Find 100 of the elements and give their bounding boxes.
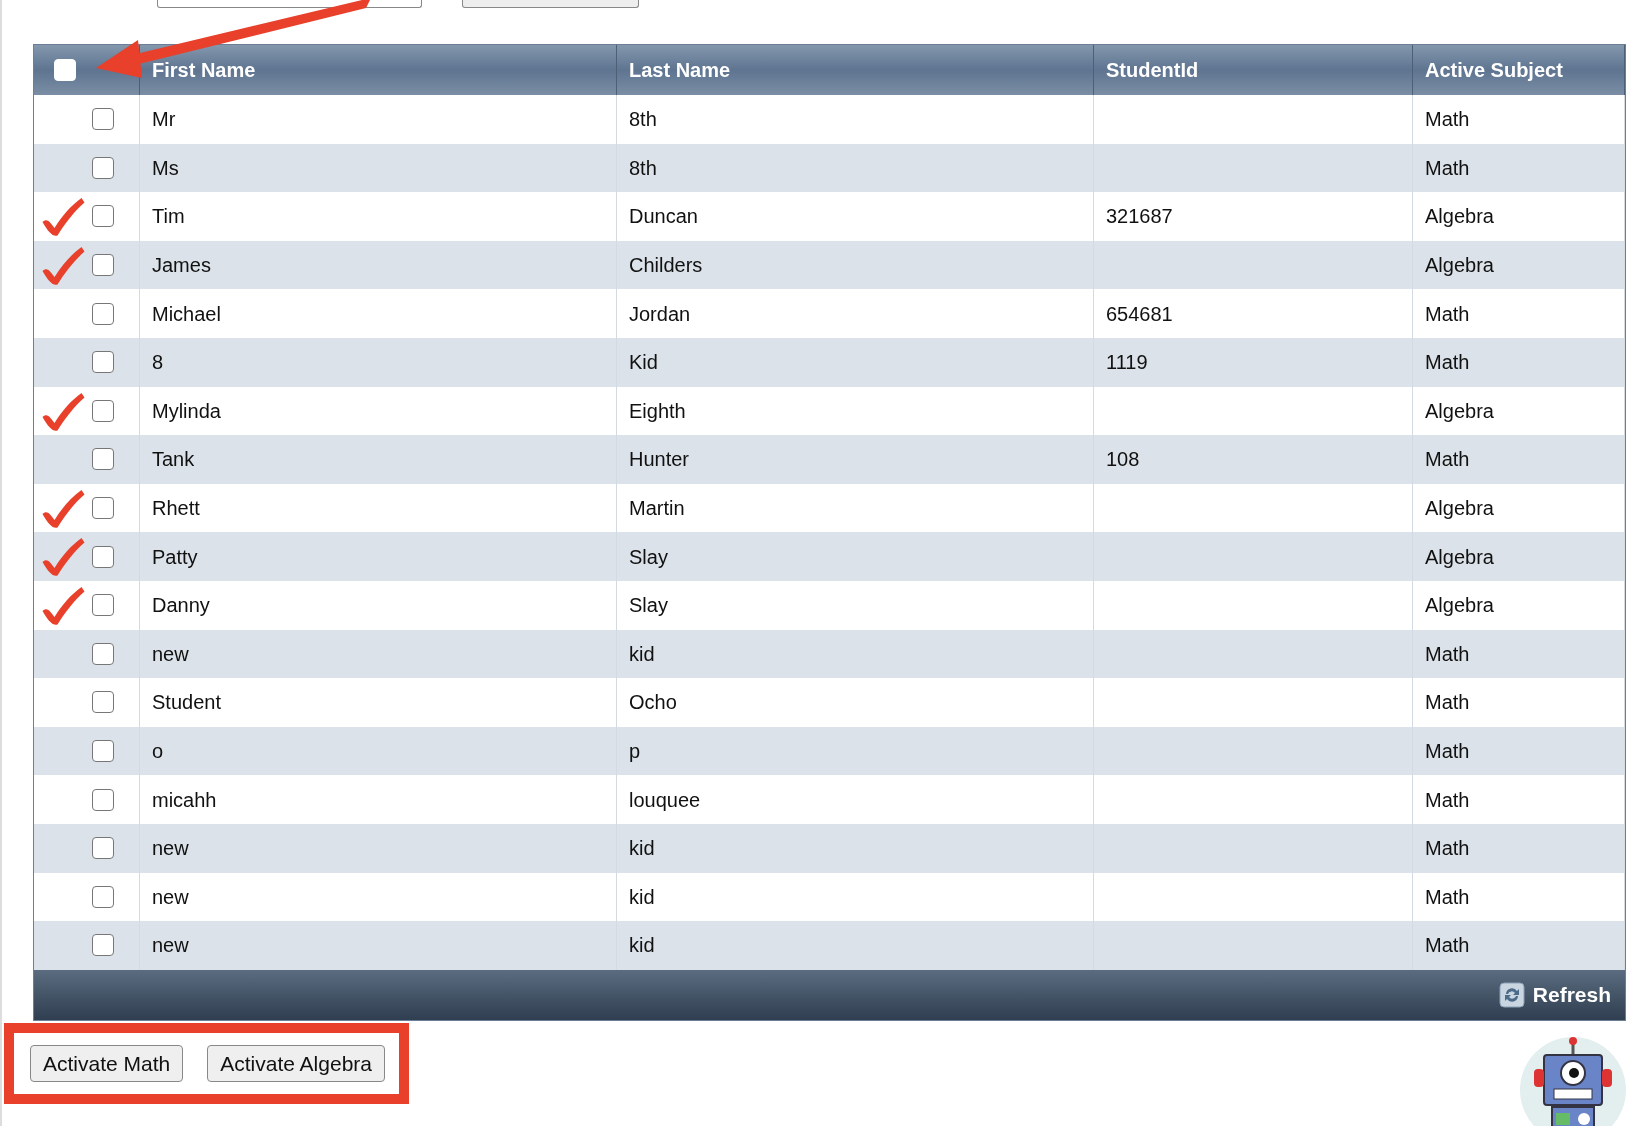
table-cell-text: 8 [152, 350, 164, 376]
table-cell-text: Slay [629, 593, 668, 619]
table-cell-text: Ocho [629, 690, 677, 716]
table-row[interactable]: new kid Math [34, 629, 1625, 679]
table-cell-text: Algebra [1425, 544, 1494, 570]
table-cell-text: 321687 [1106, 204, 1173, 230]
table-cell-text: Math [1425, 787, 1470, 813]
activate-button[interactable]: Activate Algebra [207, 1044, 385, 1083]
table-cell-text: Tim [152, 204, 185, 230]
table-cell-text: Mr [152, 107, 176, 133]
table-cell-text: o [152, 739, 164, 764]
table-cell-text: new [152, 836, 189, 862]
table-cell-text: James [152, 253, 211, 279]
table-cell-text: Math [1425, 447, 1470, 473]
row-checkbox[interactable] [92, 108, 114, 131]
table-cell-text: kid [629, 884, 655, 910]
table-cell-text: kid [629, 933, 655, 959]
activate-button[interactable]: Activate Math [30, 1044, 184, 1083]
column-header[interactable]: First Name [152, 55, 256, 85]
table-cell-text: Michael [152, 301, 221, 327]
row-checkbox[interactable] [92, 545, 114, 568]
table-cell-text: Math [1425, 933, 1470, 959]
table-cell-text: Algebra [1425, 496, 1494, 522]
table-cell-text: Slay [629, 544, 668, 570]
row-checkbox[interactable] [92, 642, 114, 665]
table-row[interactable]: Ms 8th Math [34, 143, 1625, 193]
table-cell-text: Math [1425, 690, 1470, 716]
column-header[interactable]: Active Subject [1425, 55, 1563, 85]
table-cell-text: Algebra [1425, 204, 1494, 230]
table-cell-text: 8th [629, 107, 657, 133]
row-checkbox[interactable] [92, 837, 114, 860]
table-cell-text: Algebra [1425, 398, 1494, 424]
table-row[interactable]: Tim Duncan 321687 Algebra [34, 192, 1625, 241]
table-cell-text: new [152, 641, 189, 667]
table-cell-text: kid [629, 836, 655, 862]
table-cell-text: Math [1425, 350, 1470, 376]
table-cell-text: Algebra [1425, 253, 1494, 279]
table-cell-text: Mylinda [152, 398, 221, 424]
row-checkbox[interactable] [92, 302, 114, 325]
row-checkbox[interactable] [92, 448, 114, 471]
table-cell-text: Jordan [629, 301, 691, 327]
row-checkbox[interactable] [92, 351, 114, 374]
table-row[interactable]: Student Ocho Math [34, 678, 1625, 727]
table-row[interactable]: Michael Jordan 654681 Math [34, 289, 1625, 338]
table-cell-text: louquee [629, 787, 701, 813]
row-checkbox[interactable] [92, 885, 114, 908]
table-cell-text: Algebra [1425, 593, 1494, 619]
table-row[interactable]: Mr 8th Math [34, 95, 1625, 144]
table-cell-text: Patty [152, 544, 198, 570]
table-row[interactable]: o p Math [34, 726, 1625, 776]
table-cell-text: Math [1425, 641, 1470, 667]
table-cell-text: Math [1425, 836, 1470, 862]
form-button[interactable] [462, 0, 639, 8]
table-cell-text: micahh [152, 787, 217, 813]
row-checkbox[interactable] [92, 254, 114, 277]
table-cell-text: 108 [1106, 447, 1140, 473]
table-cell-text: Math [1425, 884, 1470, 910]
table-cell-text: new [152, 933, 189, 959]
table-row[interactable]: micahh louquee Math [34, 775, 1625, 824]
table-cell-text: Rhett [152, 496, 200, 522]
row-checkbox[interactable] [92, 691, 114, 714]
row-checkbox[interactable] [92, 934, 114, 957]
refresh-button[interactable]: Refresh [1498, 978, 1611, 1011]
column-header[interactable]: StudentId [1106, 55, 1199, 85]
row-checkbox[interactable] [92, 740, 114, 762]
table-cell-text: 8th [629, 155, 657, 181]
text-field[interactable] [157, 0, 422, 8]
table-row[interactable]: Tank Hunter 108 Math [34, 435, 1625, 484]
row-checkbox[interactable] [92, 497, 114, 520]
table-cell-text: Math [1425, 301, 1470, 327]
table-cell-text: Ms [152, 155, 179, 181]
column-header[interactable]: Last Name [629, 55, 731, 85]
table-cell-text: Eighth [629, 398, 686, 424]
row-checkbox[interactable] [92, 205, 114, 228]
table-cell-text: Tank [152, 447, 195, 473]
table-cell-text: Math [1425, 155, 1470, 181]
table-row[interactable]: new kid Math [34, 921, 1625, 970]
row-checkbox[interactable] [92, 399, 114, 422]
table-cell-text: p [629, 739, 641, 764]
table-cell-text: Danny [152, 593, 210, 619]
table-cell-text: Math [1425, 107, 1470, 133]
select-all-checkbox[interactable] [54, 59, 76, 81]
table-cell-text: Hunter [629, 447, 690, 473]
table-cell-text: Math [1425, 739, 1470, 764]
table-cell-text: Childers [629, 253, 703, 279]
table-cell-text: Student [152, 690, 221, 716]
table-cell-text: 654681 [1106, 301, 1173, 327]
table-cell-text: Duncan [629, 204, 698, 230]
table-cell-text: kid [629, 641, 655, 667]
table-row[interactable]: new kid Math [34, 823, 1625, 873]
table-row[interactable]: Danny Slay Algebra [34, 580, 1625, 630]
table-row[interactable]: 8 Kid 1119 Math [34, 337, 1625, 387]
row-checkbox[interactable] [92, 594, 114, 617]
table-row[interactable]: James Childers Algebra [34, 240, 1625, 290]
table-cell-text: Kid [629, 350, 658, 376]
row-checkbox[interactable] [92, 788, 114, 811]
row-checkbox[interactable] [92, 156, 114, 179]
table-cell-text: 1119 [1106, 350, 1148, 376]
table-row[interactable]: Patty Slay Algebra [34, 532, 1625, 581]
refresh-icon [1498, 981, 1525, 1008]
